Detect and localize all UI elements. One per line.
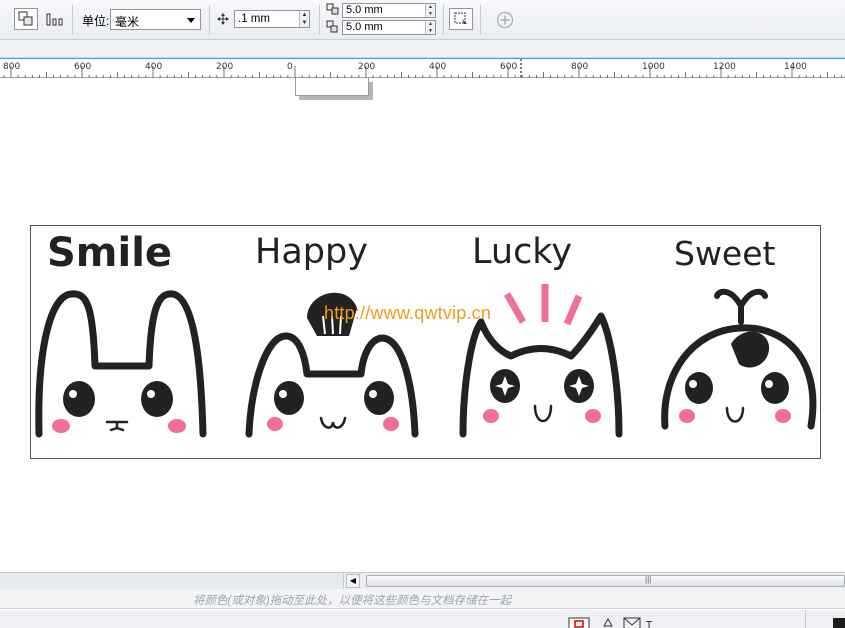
nudge-distance-value: .1 mm xyxy=(238,13,270,25)
watermark-url: http://www.qwtvip.cn xyxy=(324,303,492,323)
ruler-scale: 800 600 400 200 0 200 400 600 800 1000 1200 1400 xyxy=(3,59,843,78)
property-bar: 单位: 毫米 .1 mm ▲ ▼ 5.0 mm ▲ ▼ 5.0 mm ▲ ▼ xyxy=(0,0,845,40)
ruler-label: 800 xyxy=(3,62,20,72)
horizontal-ruler[interactable]: 800 600 400 200 0 200 400 600 800 1000 1200 1400 xyxy=(0,58,845,78)
separator xyxy=(480,5,481,35)
duplicate-y-value: 5.0 mm xyxy=(346,21,383,33)
duplicate-y-spinner[interactable]: ▲ ▼ xyxy=(425,21,435,34)
grip-icon: ||| xyxy=(645,575,652,584)
toolbar-gap xyxy=(0,40,845,58)
ruler-label: 0 xyxy=(287,62,293,72)
ruler-label: 400 xyxy=(145,62,162,72)
artwork-frame[interactable]: Smile Happy Lucky Sweet xyxy=(30,225,821,459)
svg-text:T: T xyxy=(645,620,653,628)
title-sweet: Sweet xyxy=(674,234,776,273)
unit-value: 毫米 xyxy=(115,15,140,29)
nudge-icon xyxy=(217,13,229,25)
treat-as-filled-icon xyxy=(454,12,467,26)
title-smile: Smile xyxy=(47,230,173,276)
fill-color-swatch[interactable] xyxy=(833,618,845,628)
ruler-label: 1000 xyxy=(642,62,665,72)
status-bar: T xyxy=(0,610,845,628)
duplicate-x-spinner[interactable]: ▲ ▼ xyxy=(425,4,435,17)
title-happy: Happy xyxy=(255,232,368,272)
duplicate-distance-x-field[interactable]: 5.0 mm ▲ ▼ xyxy=(342,3,436,18)
palette-hint: 将颜色(或对象)拖动至此处，以便将这些颜色与文档存储在一起 xyxy=(193,595,512,607)
coreldraw-window: 单位: 毫米 .1 mm ▲ ▼ 5.0 mm ▲ ▼ 5.0 mm ▲ ▼ 8… xyxy=(0,0,845,628)
scrollbar-thumb[interactable] xyxy=(366,575,845,587)
copy-properties-icon xyxy=(18,11,33,26)
chevron-down-icon xyxy=(187,18,195,23)
nudge-distance-field[interactable]: .1 mm ▲ ▼ xyxy=(234,10,310,28)
unit-select[interactable]: 毫米 xyxy=(110,9,201,30)
ruler-label: 200 xyxy=(358,62,375,72)
separator xyxy=(209,5,210,35)
ruler-label: 400 xyxy=(429,62,446,72)
align-button[interactable] xyxy=(42,8,66,30)
duplicate-x-value: 5.0 mm xyxy=(346,4,383,16)
align-icon xyxy=(46,13,63,26)
duplicate-y-icon xyxy=(326,20,338,33)
separator xyxy=(319,5,320,35)
separator xyxy=(72,5,73,35)
status-icons: T xyxy=(568,617,653,628)
treat-as-filled-button[interactable] xyxy=(449,8,473,30)
horizontal-scrollbar[interactable]: ◀ ||| xyxy=(0,572,845,589)
nudge-spinner[interactable]: ▲ ▼ xyxy=(299,11,309,27)
page-outline xyxy=(295,78,369,96)
unit-label: 单位: xyxy=(82,14,110,28)
page-navigator[interactable] xyxy=(0,573,344,589)
add-button[interactable] xyxy=(492,8,516,30)
duplicate-x-icon xyxy=(326,3,339,15)
ruler-label: 600 xyxy=(500,62,517,72)
ruler-label: 600 xyxy=(74,62,91,72)
duplicate-distance-y-field[interactable]: 5.0 mm ▲ ▼ xyxy=(342,20,436,35)
ruler-label: 1200 xyxy=(713,62,736,72)
add-icon xyxy=(496,11,514,29)
ruler-label: 200 xyxy=(216,62,233,72)
separator xyxy=(805,610,806,628)
scroll-left-button[interactable]: ◀ xyxy=(346,574,360,588)
copy-properties-button[interactable] xyxy=(14,8,38,30)
drawing-canvas[interactable]: Smile Happy Lucky Sweet http://www.qwtvi… xyxy=(0,78,845,572)
separator xyxy=(443,5,444,35)
title-lucky: Lucky xyxy=(472,232,573,272)
document-palette[interactable]: 将颜色(或对象)拖动至此处，以便将这些颜色与文档存储在一起 xyxy=(0,589,845,609)
ruler-label: 800 xyxy=(571,62,588,72)
ruler-label: 1400 xyxy=(784,62,807,72)
